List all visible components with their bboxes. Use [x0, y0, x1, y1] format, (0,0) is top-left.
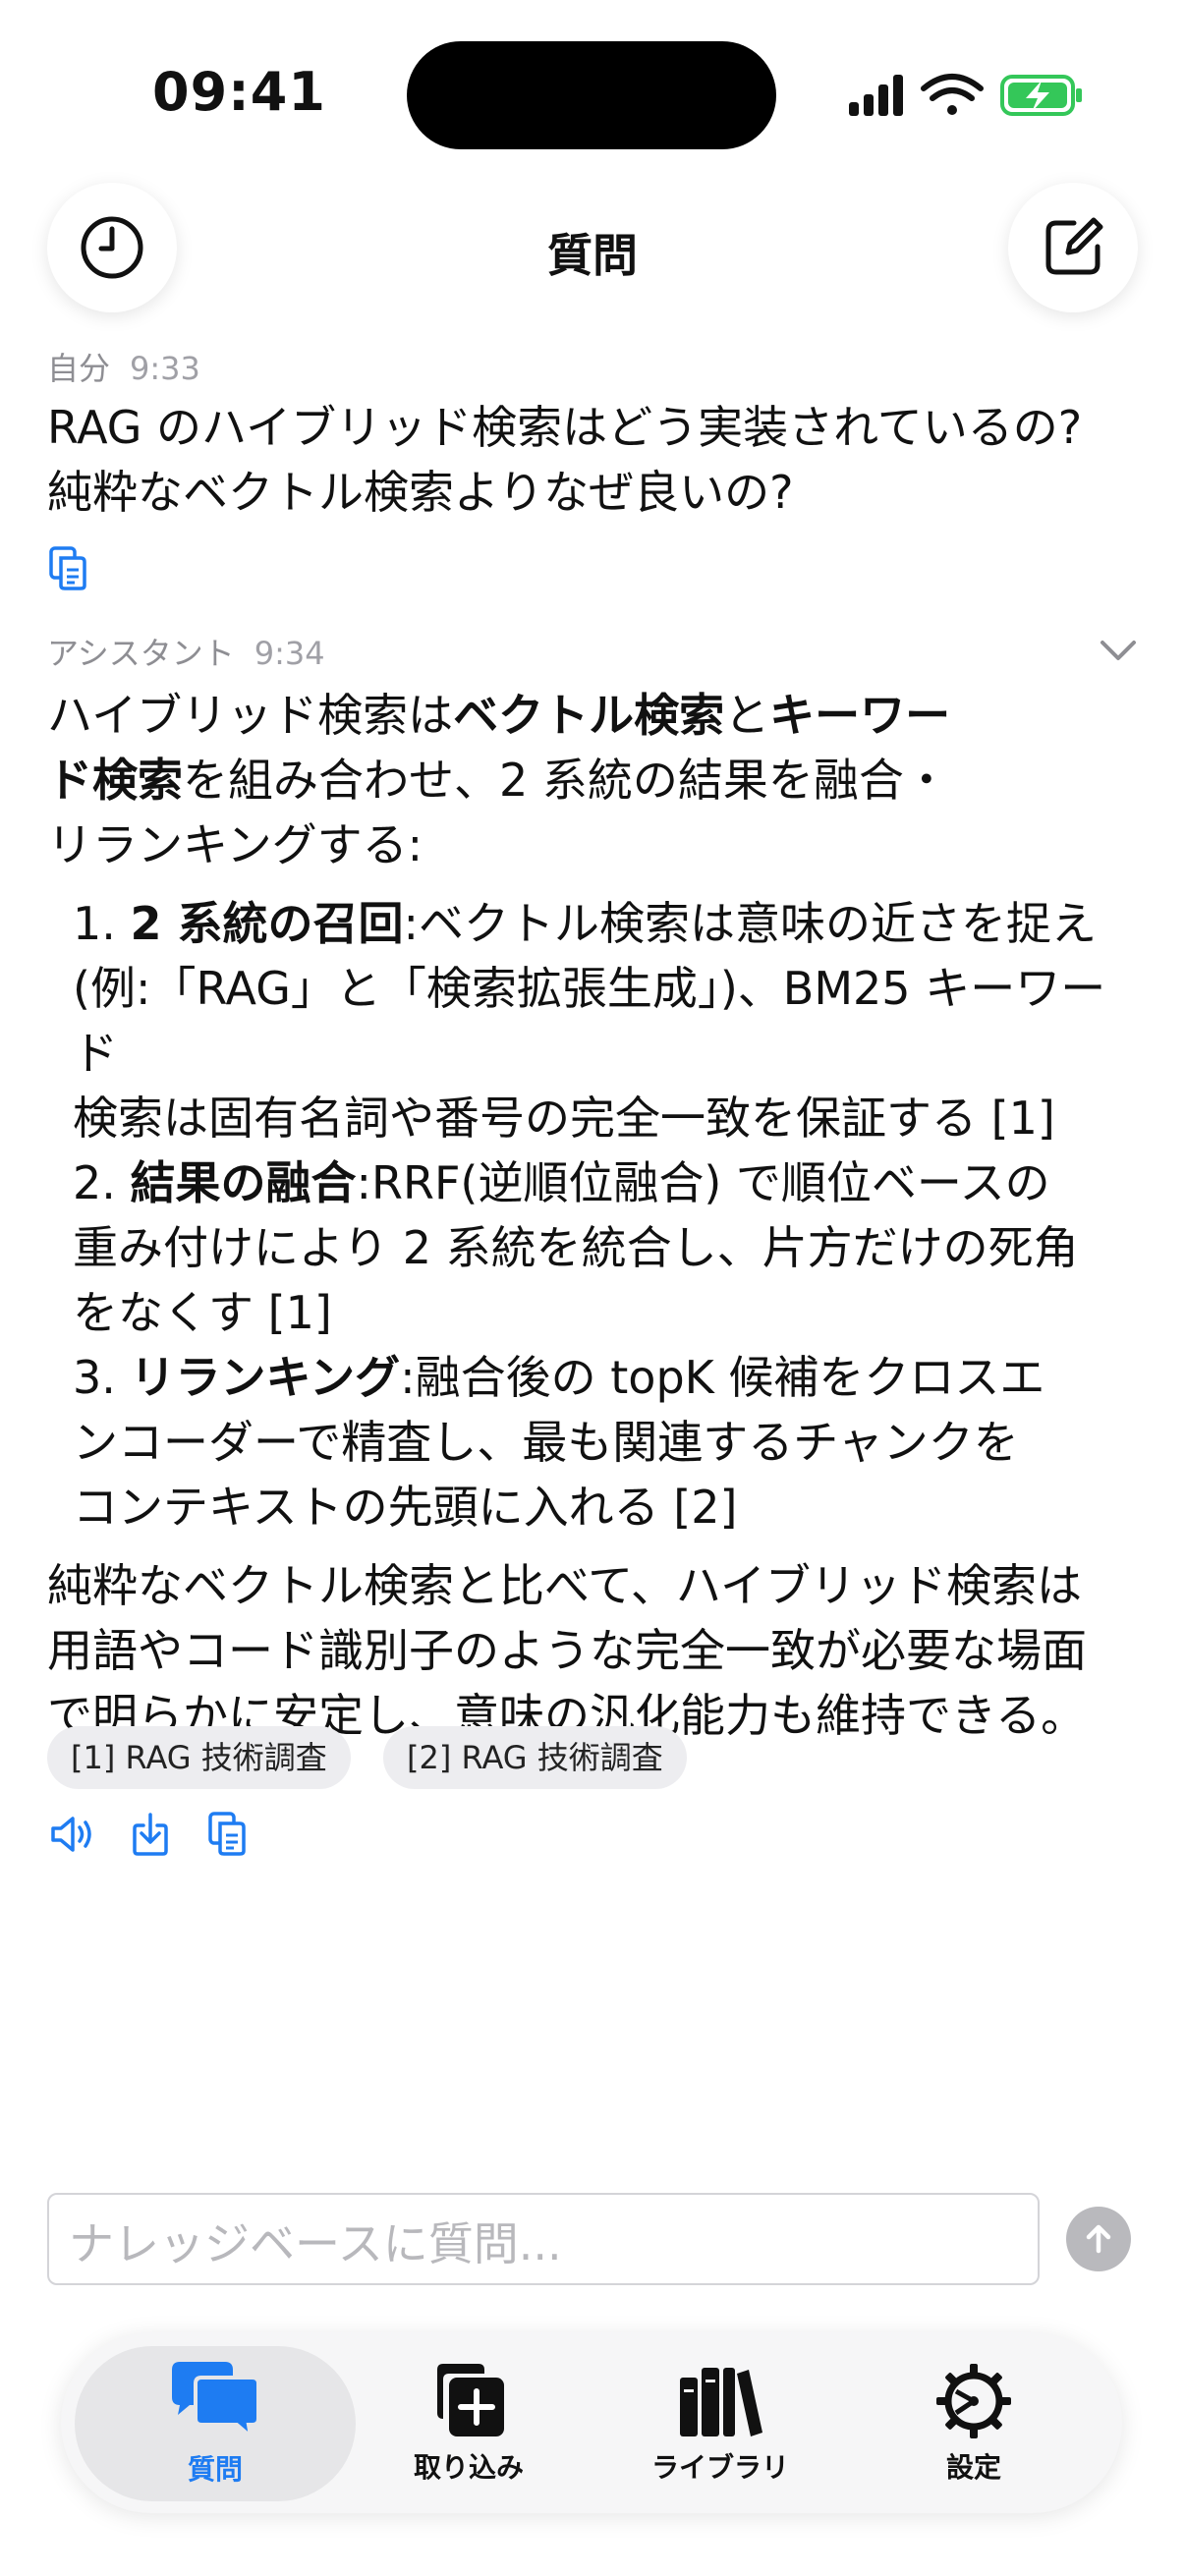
tab-label: ライブラリ [650, 2451, 789, 2484]
answer-conclusion: 純粋なベクトル検索と比べて、ハイブリッド検索は 用語やコード識別子のような完全一… [47, 1553, 1128, 1748]
list-number: 1. [73, 897, 131, 950]
text: をなくす [1] [73, 1286, 332, 1339]
message-time: 9:34 [254, 635, 325, 672]
citation-chip[interactable]: [1] RAG 技術調査 [47, 1726, 351, 1789]
tab-library[interactable]: ライブラリ [580, 2346, 861, 2501]
text: コンテキストの先頭に入れる [2] [73, 1481, 738, 1534]
user-message-meta: 自分 9:33 [47, 344, 200, 389]
status-time: 09:41 [152, 61, 326, 123]
chevron-down-icon[interactable] [1099, 637, 1138, 664]
bold-text: ベクトル検索 [453, 689, 725, 742]
text: と [724, 689, 770, 742]
text: 用語やコード識別子のような完全一致が必要な場面 [47, 1624, 1087, 1677]
wifi-icon [921, 74, 984, 115]
speaker-icon[interactable] [49, 1814, 96, 1855]
text: :RRF(逆順位融合) で順位ベースの [356, 1156, 1050, 1209]
text: ハイブリッド検索は [47, 689, 454, 742]
text: :ベクトル検索は意味の近さを捉え [403, 897, 1098, 950]
list-item: 1. 2 系統の召回:ベクトル検索は意味の近さを捉え (例:「RAG」と「検索拡… [73, 891, 1128, 1150]
copy-icon[interactable] [206, 1810, 250, 1857]
dynamic-island [407, 41, 776, 149]
message-time: 9:33 [130, 350, 200, 387]
page-title: 質問 [547, 229, 638, 282]
list-item-title: 2 系統の召回 [130, 897, 404, 950]
send-button[interactable] [1066, 2207, 1131, 2271]
add-document-icon [437, 2364, 504, 2436]
tab-settings[interactable]: 設定 [833, 2346, 1114, 2501]
tab-label: 取り込み [413, 2451, 524, 2484]
user-message-line: 純粋なベクトル検索よりなぜ良いの? [47, 466, 794, 519]
sender-label: 自分 [47, 350, 111, 387]
bold-text: キーワー [769, 689, 951, 742]
download-icon[interactable] [130, 1812, 171, 1857]
cellular-signal-icon [849, 75, 903, 116]
list-item-title: 結果の融合 [130, 1156, 357, 1209]
gear-icon [936, 2364, 1011, 2438]
answer-list: 1. 2 系統の召回:ベクトル検索は意味の近さを捉え (例:「RAG」と「検索拡… [73, 891, 1128, 1540]
answer-intro: ハイブリッド検索はベクトル検索とキーワード検索を組み合わせ、2 系統の結果を融合… [47, 683, 1128, 877]
tab-import[interactable]: 取り込み [328, 2346, 609, 2501]
new-chat-button[interactable] [1008, 183, 1138, 312]
user-message-line: RAG のハイブリッド検索はどう実装されているの? [47, 401, 1083, 454]
question-input-placeholder: ナレッジベースに質問... [69, 2217, 562, 2270]
text: リランキングする: [47, 818, 423, 871]
text: を組み合わせ、2 系統の結果を融合・ [183, 754, 949, 807]
text: 検索は固有名詞や番号の完全一致を保証する [1] [73, 1092, 1055, 1145]
text: :融合後の topK 候補をクロスエ [400, 1351, 1045, 1404]
list-number: 2. [73, 1156, 131, 1209]
text: 純粋なベクトル検索と比べて、ハイブリッド検索は [47, 1559, 1082, 1612]
tab-label: 設定 [945, 2451, 1001, 2484]
battery-charging-icon [1000, 75, 1082, 116]
sender-label: アシスタント [47, 635, 235, 672]
assistant-message-meta: アシスタント 9:34 [47, 629, 325, 674]
assistant-message: ハイブリッド検索はベクトル検索とキーワード検索を組み合わせ、2 系統の結果を融合… [47, 683, 1128, 1748]
library-icon [680, 2368, 762, 2436]
text: (例:「RAG」と「検索拡張生成」)、BM25 キーワード [73, 962, 1106, 1080]
text: 重み付けにより 2 系統を統合し、片方だけの死角 [73, 1221, 1079, 1274]
list-item: 2. 結果の融合:RRF(逆順位融合) で順位ベースの 重み付けにより 2 系統… [73, 1150, 1128, 1345]
arrow-up-icon [1086, 2224, 1111, 2254]
bold-text: ド検索 [47, 754, 183, 807]
citation-chip[interactable]: [2] RAG 技術調査 [383, 1726, 687, 1789]
list-item: 3. リランキング:融合後の topK 候補をクロスエ ンコーダーで精査し、最も… [73, 1345, 1128, 1540]
list-number: 3. [73, 1351, 131, 1404]
text: ンコーダーで精査し、最も関連するチャンクを [73, 1416, 1019, 1469]
compose-icon [1045, 217, 1103, 275]
status-icons [849, 74, 1082, 116]
user-message: RAG のハイブリッド検索はどう実装されているの? 純粋なベクトル検索よりなぜ良… [47, 395, 1148, 525]
chat-bubbles-icon [172, 2362, 260, 2442]
copy-icon[interactable] [47, 544, 90, 591]
tab-ask[interactable]: 質問 [75, 2346, 356, 2501]
tab-label: 質問 [187, 2453, 243, 2486]
list-item-title: リランキング [130, 1351, 401, 1404]
